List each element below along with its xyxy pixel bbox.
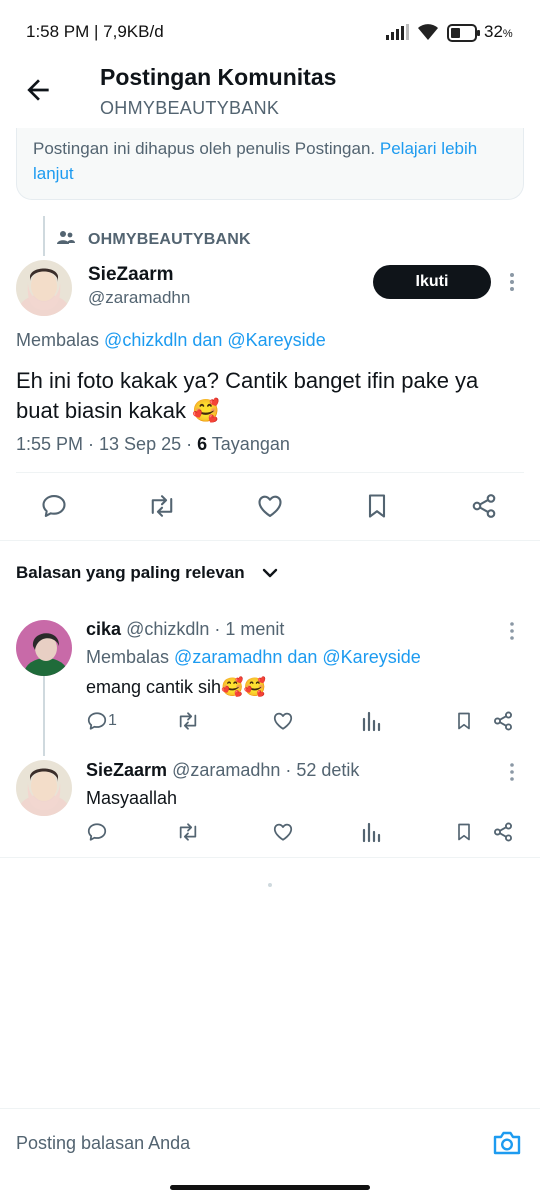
wifi-icon	[416, 22, 440, 42]
reply-time: · 1 menit	[209, 619, 285, 639]
replying-to-users[interactable]: @chizkdln dan @Kareyside	[104, 330, 326, 350]
reply-author-handle[interactable]: @chizkdln	[126, 619, 209, 639]
more-vertical-icon[interactable]	[504, 620, 520, 642]
reply-icon[interactable]	[40, 492, 68, 520]
battery-percent: 32%	[484, 22, 513, 41]
follow-button[interactable]: Ikuti	[373, 265, 491, 299]
author-handle[interactable]: @zaramadhn	[88, 288, 190, 308]
avatar[interactable]	[16, 620, 72, 676]
chevron-down-icon[interactable]	[261, 563, 279, 583]
bookmark-icon[interactable]	[363, 492, 391, 520]
reply-text: Masyaallah	[86, 788, 178, 808]
share-icon[interactable]	[470, 492, 498, 520]
views-icon[interactable]	[361, 821, 381, 843]
avatar[interactable]	[16, 260, 72, 316]
reply-author-name[interactable]: cika	[86, 619, 121, 639]
reply-header: SieZaarm @zaramadhn · 52 detik	[86, 760, 359, 781]
share-icon[interactable]	[492, 821, 514, 843]
divider	[0, 540, 540, 541]
reply-replying-to: Membalas @zaramadhn dan @Kareyside	[86, 647, 421, 667]
arrow-left-icon	[22, 74, 54, 106]
status-time-data: 1:58 PM | 7,9KB/d	[26, 22, 164, 41]
page-title: Postingan Komunitas	[100, 64, 337, 90]
reply-author-name[interactable]: SieZaarm	[86, 760, 167, 780]
people-icon	[57, 230, 75, 246]
loading-indicator	[268, 883, 272, 887]
reply-input[interactable]: Posting balasan Anda	[16, 1133, 190, 1154]
retweet-icon[interactable]	[176, 710, 200, 732]
replies-sort-dropdown[interactable]: Balasan yang paling relevan	[16, 563, 245, 583]
reply-header: cika @chizkdln · 1 menit	[86, 619, 284, 640]
community-name[interactable]: OHMYBEAUTYBANK	[88, 231, 251, 249]
thread-connector	[43, 676, 45, 756]
divider	[0, 1108, 540, 1109]
bookmark-icon[interactable]	[454, 821, 474, 843]
bookmark-icon[interactable]	[454, 710, 474, 732]
reply-time: · 52 detik	[280, 760, 360, 780]
divider	[0, 857, 540, 858]
camera-icon[interactable]	[492, 1129, 522, 1157]
share-icon[interactable]	[492, 710, 514, 732]
reply-icon[interactable]	[86, 710, 108, 732]
deleted-post-notice: Postingan ini dihapus oleh penulis Posti…	[16, 128, 524, 200]
reply-author-handle[interactable]: @zaramadhn	[172, 760, 280, 780]
more-vertical-icon[interactable]	[504, 761, 520, 783]
battery-icon	[447, 24, 481, 42]
reply-text: emang cantik sih🥰🥰	[86, 677, 266, 697]
status-bar: 1:58 PM | 7,9KB/d 32%	[0, 0, 540, 62]
page-subtitle: OHMYBEAUTYBANK	[100, 98, 280, 118]
reply-icon[interactable]	[86, 821, 108, 843]
avatar[interactable]	[16, 760, 72, 816]
like-icon[interactable]	[272, 710, 294, 732]
reply-count: 1	[108, 712, 117, 729]
signal-icon	[386, 24, 410, 40]
like-icon[interactable]	[255, 492, 285, 520]
notice-text: Postingan ini dihapus oleh penulis Posti…	[33, 139, 376, 158]
author-name[interactable]: SieZaarm	[88, 264, 174, 286]
more-vertical-icon[interactable]	[504, 270, 520, 294]
views-icon[interactable]	[361, 710, 381, 732]
like-icon[interactable]	[272, 821, 294, 843]
post-text: Eh ini foto kakak ya? Cantik banget ifin…	[16, 368, 479, 423]
replying-to-users[interactable]: @zaramadhn dan @Kareyside	[174, 647, 421, 667]
post-meta: 1:55 PM · 13 Sep 25 · 6 Tayangan	[16, 434, 290, 454]
replying-to: Membalas @chizkdln dan @Kareyside	[16, 330, 326, 350]
retweet-icon[interactable]	[147, 492, 177, 520]
thread-connector	[43, 216, 45, 256]
divider	[16, 472, 524, 473]
retweet-icon[interactable]	[176, 821, 200, 843]
back-button[interactable]	[22, 74, 54, 106]
gesture-bar[interactable]	[170, 1185, 370, 1190]
